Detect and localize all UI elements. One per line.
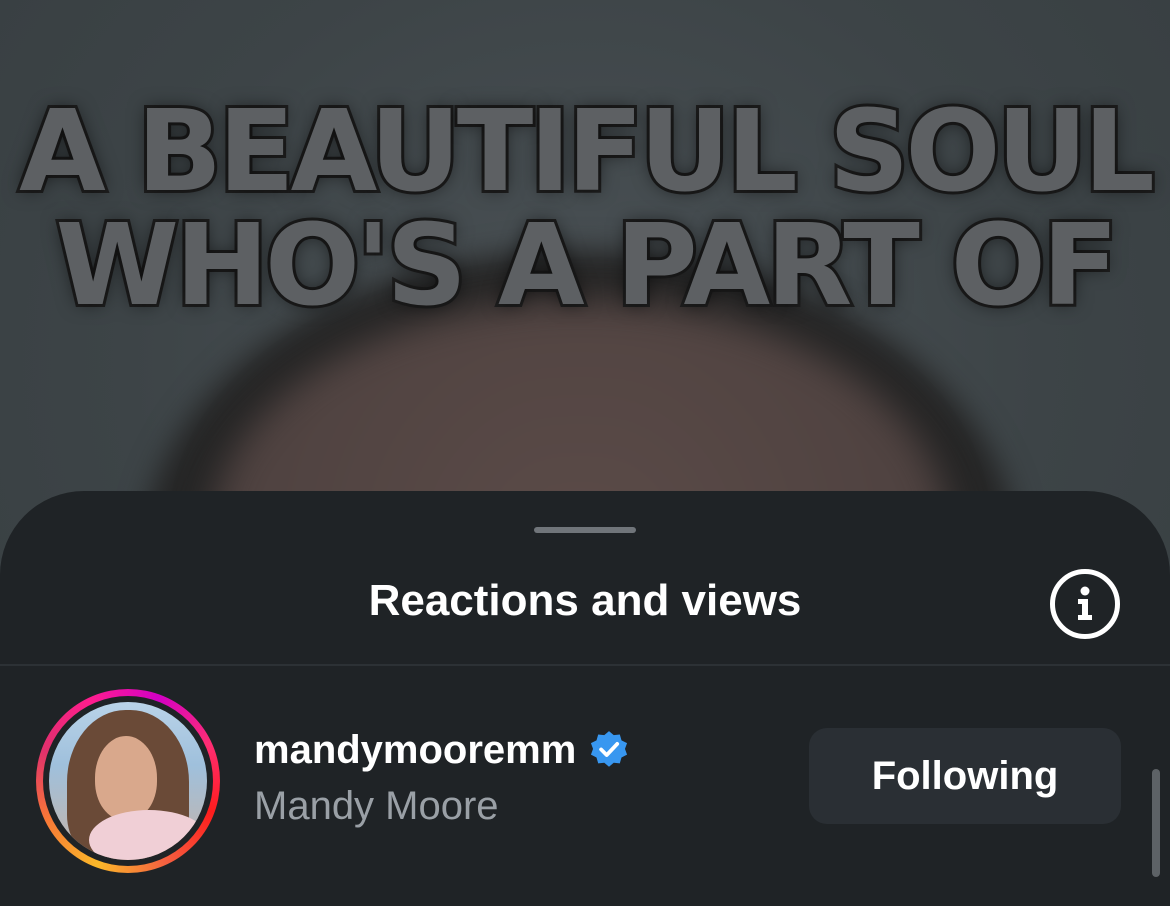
viewer-full-name: Mandy Moore [254, 784, 499, 828]
viewer-username[interactable]: mandymooremm [254, 726, 576, 774]
story-caption-line-1: A BEAUTIFUL SOUL [16, 87, 1158, 217]
avatar-face [95, 736, 157, 820]
scrollbar-thumb[interactable] [1152, 769, 1160, 877]
sheet-divider [0, 664, 1170, 666]
avatar [49, 702, 207, 860]
avatar-ring-gap [43, 696, 213, 866]
viewer-row[interactable]: mandymooremm Mandy Moore Following [0, 686, 1170, 886]
reactions-sheet: Reactions and views mandymooremm Mandy M… [0, 491, 1170, 906]
info-glyph [1078, 586, 1092, 620]
avatar-feather [89, 810, 207, 860]
sheet-grabber-handle[interactable] [534, 527, 636, 533]
sheet-title: Reactions and views [368, 576, 802, 625]
following-button[interactable]: Following [809, 728, 1121, 824]
username-group[interactable]: mandymooremm [254, 726, 630, 774]
story-caption-line-2: WHO'S A PART OF [53, 201, 1122, 331]
info-icon[interactable] [1050, 569, 1120, 639]
story-ring[interactable] [36, 689, 220, 873]
verified-badge-icon [591, 731, 628, 767]
